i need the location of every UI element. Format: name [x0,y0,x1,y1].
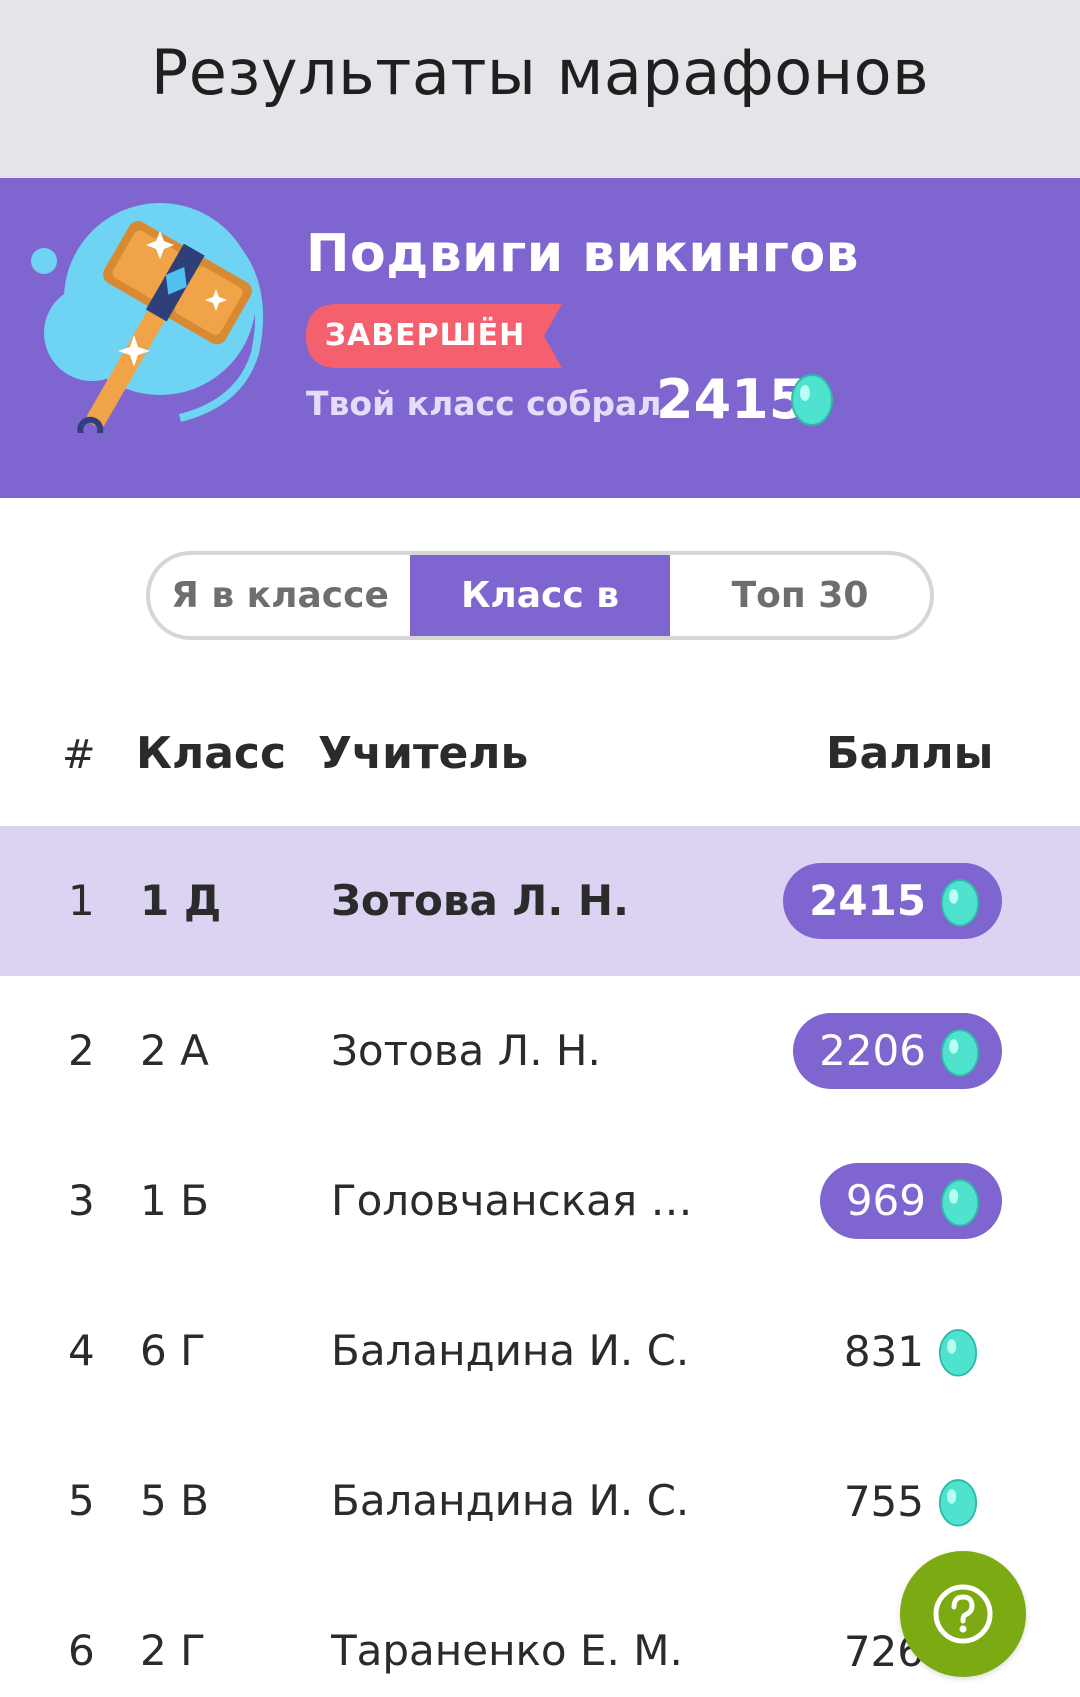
score-badge: 2206 [793,1013,1002,1089]
egg-gem-icon [940,1029,980,1077]
collected-value: 2415 [656,368,807,431]
table-row[interactable]: 1 1 Д Зотова Л. Н. 2415 [0,826,1080,976]
marathon-banner: Подвиги викингов ЗАВЕРШЁН Твой класс соб… [0,178,1080,498]
help-button[interactable] [900,1551,1026,1677]
viking-hammer-illustration [30,203,290,443]
row-class: 6 Г [140,1326,206,1375]
score-badge: 2415 [783,863,1002,939]
score-badge: 969 [819,1163,1002,1239]
row-teacher: Головчанская Л... [331,1176,721,1225]
app-header: Результаты марафонов [0,0,1080,178]
row-teacher: Зотова Л. Н. [331,876,629,925]
row-class: 1 Д [140,876,222,925]
egg-gem-icon [940,1179,980,1227]
row-rank: 2 [68,1026,95,1075]
header-score: Баллы [826,728,994,779]
status-label: ЗАВЕРШЁН [324,318,526,353]
marathon-title: Подвиги викингов [306,224,860,284]
tab-class-in[interactable]: Класс в [410,555,670,636]
table-row[interactable]: 3 1 Б Головчанская Л... 969 [0,1126,1080,1276]
row-teacher: Баландина И. С. [331,1476,690,1525]
tab-top-30[interactable]: Топ 30 [670,555,930,636]
header-class: Класс [136,728,287,779]
row-class: 5 В [140,1476,209,1525]
egg-gem-icon [790,370,834,430]
table-row[interactable]: 2 2 А Зотова Л. Н. 2206 [0,976,1080,1126]
row-class: 2 А [140,1026,209,1075]
row-teacher: Зотова Л. Н. [331,1026,601,1075]
row-score: 969 [845,1176,926,1225]
row-score: 831 [843,1326,924,1376]
row-rank: 3 [68,1176,95,1225]
table-row[interactable]: 4 6 Г Баландина И. С. 831 [0,1276,1080,1426]
row-score: 2206 [819,1026,926,1075]
score-value: 831 [844,1276,978,1426]
row-rank: 5 [68,1476,95,1525]
table-row[interactable]: 5 5 В Баландина И. С. 755 [0,1426,1080,1576]
row-score: 2415 [809,876,926,925]
row-rank: 6 [68,1626,95,1675]
header-rank: # [62,732,96,778]
view-tabs: Я в классе Класс в Топ 30 [146,551,934,640]
egg-gem-icon [938,1329,978,1377]
row-rank: 1 [68,876,95,925]
egg-gem-icon [938,1479,978,1527]
row-class: 2 Г [140,1626,206,1675]
row-class: 1 Б [140,1176,209,1225]
tab-me-in-class[interactable]: Я в классе [150,555,410,636]
table-header: # Класс Учитель Баллы [0,718,1080,804]
row-teacher: Баландина И. С. [331,1326,690,1375]
row-teacher: Тараненко Е. М. [331,1626,683,1675]
page-title: Результаты марафонов [150,35,930,109]
collected-label: Твой класс собрал [306,384,662,423]
status-badge: ЗАВЕРШЁН [306,304,562,368]
egg-gem-icon [940,879,980,927]
row-score: 755 [843,1476,924,1526]
header-teacher: Учитель [318,728,529,779]
question-icon [933,1584,993,1644]
row-rank: 4 [68,1326,95,1375]
